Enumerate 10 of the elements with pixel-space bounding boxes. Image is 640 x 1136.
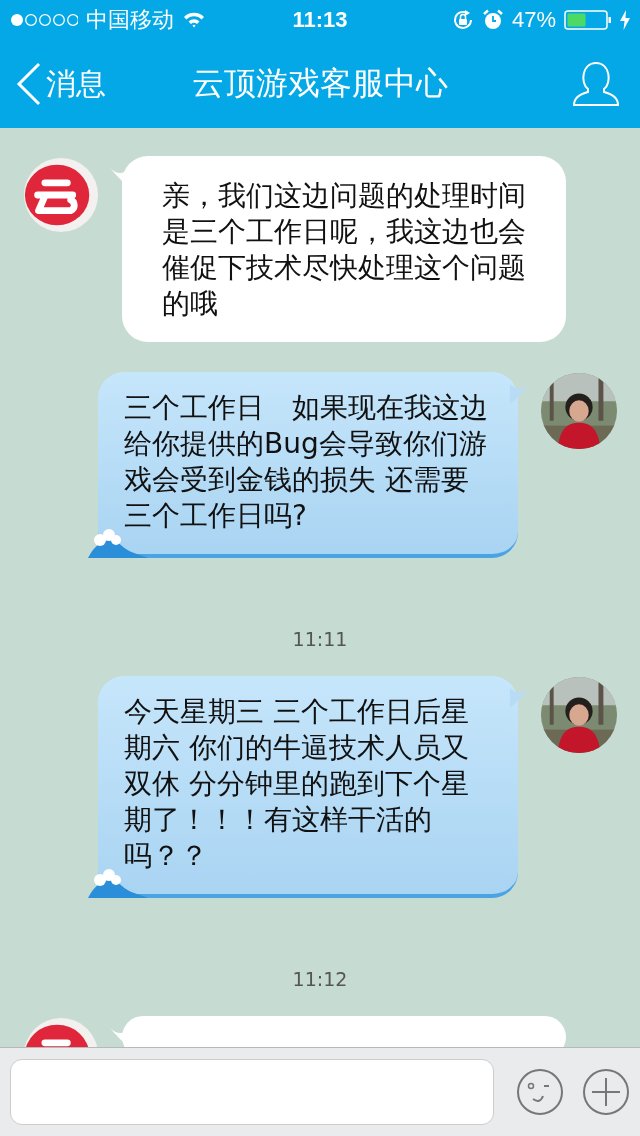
carrier-name: 中国移动: [86, 6, 174, 34]
message-time: 11:12: [292, 968, 348, 990]
message-text: 亲，我们这边问题的处理时间是三个工作日呢，我这边也会催促下技术尽快处理这个问题的哦: [162, 178, 527, 322]
status-time: 11:13: [292, 7, 348, 33]
battery-percent: 47%: [511, 7, 556, 33]
back-button[interactable]: 消息: [16, 62, 106, 106]
chat-title: 云顶游戏客服中心: [192, 63, 448, 104]
message-text: 三个工作日 如果现在我这边给你提供的Bug会导致你们游戏会受到金钱的损失 还需要三个工作日吗?: [124, 390, 489, 534]
message-text: 今天星期三 三个工作日后星期六 你们的牛逼技术人员又双休 分分钟里的跑到下个星期了！！！有这样干活的吗？？: [124, 694, 470, 874]
message-time: 11:11: [292, 628, 348, 650]
